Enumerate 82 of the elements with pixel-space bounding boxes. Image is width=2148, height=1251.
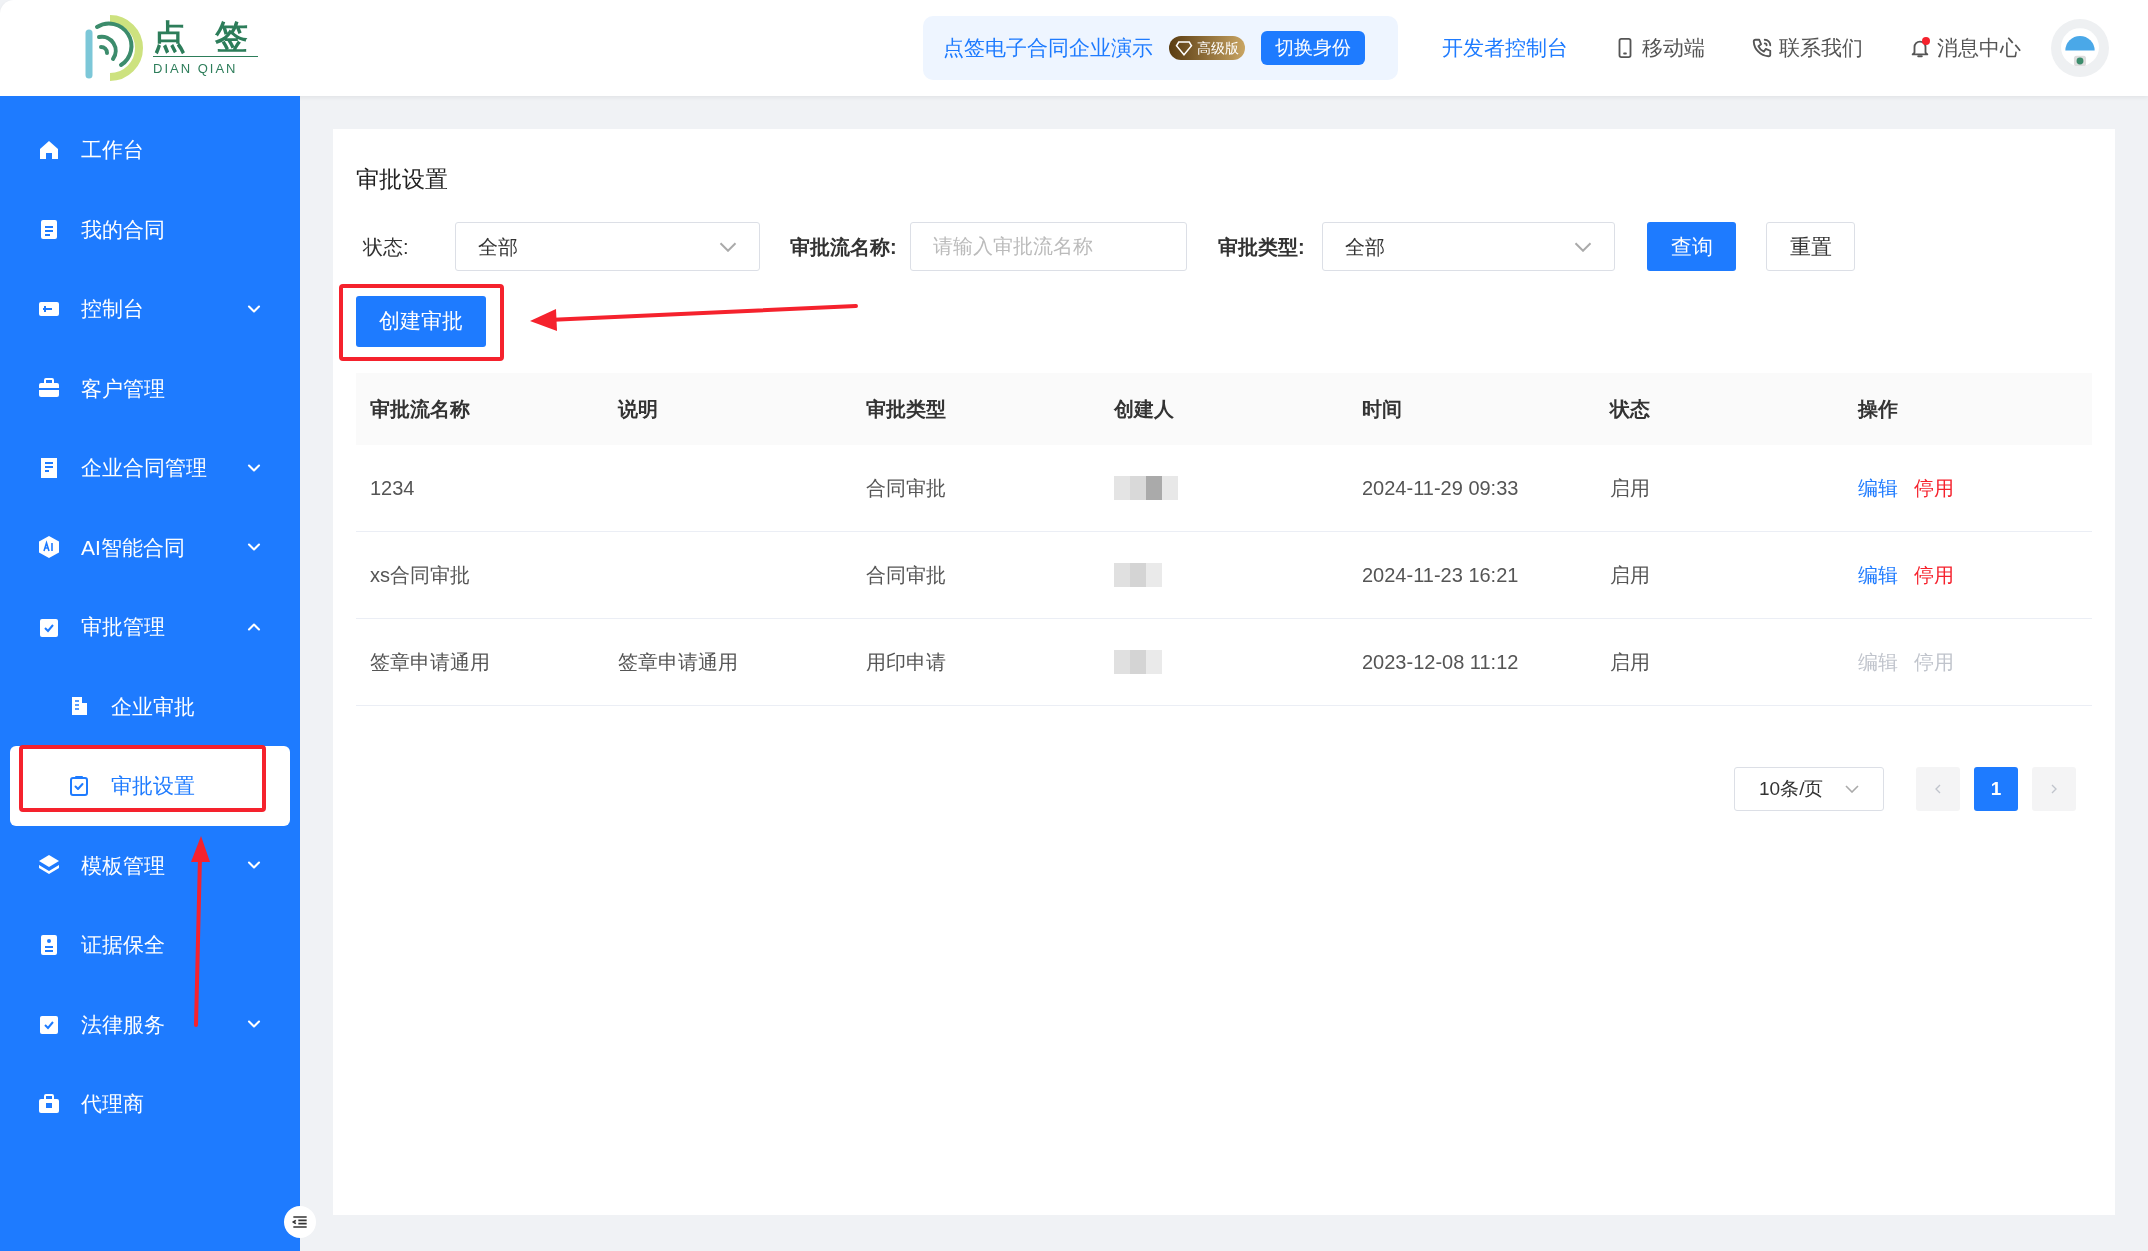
sidebar-label: 审批管理 <box>81 614 166 640</box>
page-title: 审批设置 <box>356 165 449 194</box>
sidebar-label: 法律服务 <box>81 1011 166 1038</box>
column-header: 审批流名称 <box>369 397 471 422</box>
sidebar-label: 代理商 <box>81 1091 145 1117</box>
filter-label: 审批类型: <box>1218 234 1306 260</box>
ai-hexagon-icon <box>37 535 61 560</box>
column-header: 审批类型 <box>865 397 947 422</box>
disable-link[interactable]: 停用 <box>1914 560 1954 590</box>
checkbox-icon <box>67 773 91 798</box>
chevron-down-icon <box>719 241 737 252</box>
sidebar-label: 模板管理 <box>81 852 166 879</box>
page-size-select[interactable]: 10条/页 <box>1734 767 1884 811</box>
status-select[interactable]: 全部 <box>455 222 760 271</box>
table-cell-text: 启用 <box>1610 563 1650 588</box>
edit-link[interactable]: 编辑 <box>1858 473 1898 503</box>
table-cell-text: 合同审批 <box>866 476 946 501</box>
column-header: 创建人 <box>1112 397 1175 422</box>
sidebar-item[interactable]: 我的合同 <box>0 189 300 269</box>
sidebar-item[interactable]: AI智能合同 <box>0 507 300 587</box>
company-name: 点签电子合同企业演示 <box>943 35 1154 62</box>
select-value: 全部 <box>478 234 518 260</box>
filter-label: 状态: <box>363 234 410 260</box>
logo-subtitle: DIAN QIAN <box>153 55 259 79</box>
sidebar-item[interactable]: 客户管理 <box>0 348 300 428</box>
edit-link[interactable]: 编辑 <box>1858 560 1898 590</box>
table-cell-text: 1234 <box>370 476 415 501</box>
blurred-name <box>1114 650 1162 674</box>
sidebar-item[interactable]: 工作台 <box>0 110 300 190</box>
column-header: 时间 <box>1361 397 1403 422</box>
sidebar-label: 工作台 <box>81 137 145 163</box>
sidebar-label: 企业合同管理 <box>81 455 208 481</box>
toolbox-icon <box>37 1091 61 1116</box>
name-input-field[interactable]: 请输入审批流名称 <box>910 222 1187 271</box>
collapse-button[interactable] <box>284 1206 316 1238</box>
table-cell-text: xs合同审批 <box>370 563 470 588</box>
sidebar-item[interactable]: 代理商 <box>0 1064 300 1144</box>
table-cell-text: 2024-11-23 16:21 <box>1362 563 1519 588</box>
header-link[interactable]: 消息中心 <box>1909 32 2022 64</box>
column-header: 状态 <box>1608 397 1651 422</box>
sidebar-label: 证据保全 <box>81 932 166 958</box>
select-value: 10条/页 <box>1759 776 1824 801</box>
sidebar-label: AI智能合同 <box>81 534 186 561</box>
logo-title: 点 签 <box>153 17 259 56</box>
create-approval-button[interactable]: 创建审批 <box>356 295 486 347</box>
header-link[interactable]: 移动端 <box>1614 32 1706 64</box>
header-link[interactable]: 联系我们 <box>1751 32 1864 64</box>
blurred-name <box>1114 563 1162 587</box>
plan-badge: 高级版 <box>1169 36 1246 60</box>
table-cell-text: 2023-12-08 11:12 <box>1362 650 1519 675</box>
table-cell-text: 用印申请 <box>866 650 946 675</box>
header-link[interactable]: 开发者控制台 <box>1442 32 1569 64</box>
filter-label: 审批流名称: <box>790 234 898 260</box>
page-button[interactable]: 1 <box>1974 767 2018 811</box>
sidebar-label: 客户管理 <box>81 375 166 402</box>
phone-call-icon <box>1751 37 1774 59</box>
sidebar-label: 控制台 <box>81 296 145 322</box>
sidebar-item[interactable]: 控制台 <box>0 269 300 349</box>
disable-link[interactable]: 停用 <box>1914 473 1954 503</box>
sidebar-item[interactable]: 企业合同管理 <box>0 428 300 508</box>
sidebar-item[interactable]: 审批管理 <box>0 587 300 667</box>
sidebar-item[interactable]: 法律服务 <box>0 984 300 1064</box>
switch-identity-button[interactable]: 切换身份 <box>1261 31 1366 65</box>
table-cell-text: 签章申请通用 <box>370 650 490 675</box>
column-header: 操作 <box>1856 397 1899 422</box>
sidebar-item[interactable]: 模板管理 <box>0 825 300 905</box>
blurred-name <box>1114 476 1178 500</box>
query-button[interactable]: 查询 <box>1647 222 1736 271</box>
chevron-down-icon <box>1845 785 1859 793</box>
table-cell-text: 签章申请通用 <box>618 650 738 675</box>
table-cell-text: 2024-11-29 09:33 <box>1362 476 1519 501</box>
type-select[interactable]: 全部 <box>1322 222 1615 271</box>
column-header: 说明 <box>616 397 659 422</box>
sidebar-item[interactable]: 证据保全 <box>0 905 300 985</box>
chevron-down-icon <box>1574 241 1592 252</box>
sidebar-label: 我的合同 <box>81 216 166 243</box>
table-cell-text: 启用 <box>1610 476 1650 501</box>
sidebar-subitem[interactable]: 企业审批 <box>0 666 300 746</box>
reset-button[interactable]: 重置 <box>1766 222 1855 271</box>
table-cell-text: 启用 <box>1610 650 1650 675</box>
select-value: 全部 <box>1345 234 1385 260</box>
table-cell-text: 合同审批 <box>866 563 946 588</box>
